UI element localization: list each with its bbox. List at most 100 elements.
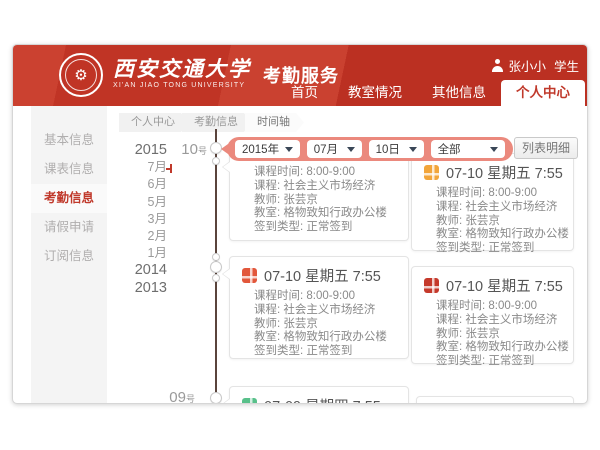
timeline-month-jan[interactable]: 1月 <box>105 245 167 262</box>
card-date: 07-09 星期四 7:55 <box>264 395 381 404</box>
timeline-node <box>210 261 222 273</box>
sidebar-item-basic-info[interactable]: 基本信息 <box>31 126 107 155</box>
timeline-month-jun[interactable]: 6月 <box>105 176 167 193</box>
timeline-month-may[interactable]: 5月 <box>105 194 167 211</box>
field-label: 签到类型: <box>254 345 303 357</box>
card-date: 07-10 星期五 7:55 <box>446 275 563 296</box>
field-value: 正常签到 <box>488 355 534 367</box>
field-label: 签到类型: <box>436 242 485 254</box>
year-dropdown-value: 2015年 <box>242 141 279 157</box>
person-icon <box>492 59 503 72</box>
attendance-card[interactable]: 课程时间: 8:00-9:00 课程: 社会主义市场经济 教师: 张芸京 教室:… <box>229 149 409 241</box>
field-value: 社会主义市场经济 <box>465 314 557 326</box>
field-value: 张芸京 <box>465 328 500 340</box>
timeline-year-2014[interactable]: 2014 <box>105 262 167 279</box>
month-dropdown[interactable]: 07月 <box>307 140 362 158</box>
field-label: 教室: <box>254 207 280 219</box>
sidebar-item-subscription-info[interactable]: 订阅信息 <box>31 242 107 271</box>
field-label: 教师: <box>436 215 462 227</box>
attendance-card-partial[interactable] <box>416 396 574 404</box>
field-value: 8:00-9:00 <box>306 290 355 302</box>
month-dropdown-value: 07月 <box>314 141 338 157</box>
signin-type-icon <box>424 278 439 293</box>
chevron-down-icon <box>347 147 355 152</box>
nav-item-home[interactable]: 首页 <box>276 80 333 106</box>
day-suffix: 号 <box>186 394 195 404</box>
university-name-en: XI'AN JIAO TONG UNIVERSITY <box>113 82 251 89</box>
sidebar-item-attendance-info[interactable]: 考勤信息 <box>31 184 107 213</box>
field-value: 正常签到 <box>306 345 352 357</box>
field-label: 教室: <box>436 341 462 353</box>
signin-type-icon <box>242 268 257 283</box>
attendance-card[interactable]: 07-09 星期四 7:55 <box>229 386 409 404</box>
top-nav: 首页 教室情况 其他信息 个人中心 <box>276 80 585 106</box>
field-label: 课程: <box>254 180 280 192</box>
type-dropdown-value: 全部 <box>438 141 461 157</box>
breadcrumb-personal-center[interactable]: 个人中心 <box>119 113 189 132</box>
field-label: 课程: <box>254 304 280 316</box>
sidebar-item-leave-request[interactable]: 请假申请 <box>31 213 107 242</box>
university-name-cn: 西安交通大学 <box>113 58 251 80</box>
signin-type-icon <box>242 398 257 404</box>
nav-item-other-info[interactable]: 其他信息 <box>417 80 501 106</box>
field-label: 课程: <box>436 314 462 326</box>
timeline-node <box>210 392 222 404</box>
breadcrumb: 个人中心 考勤信息 时间轴 <box>119 113 297 132</box>
field-label: 签到类型: <box>254 221 303 233</box>
breadcrumb-timeline[interactable]: 时间轴 <box>245 113 304 132</box>
field-label: 签到类型: <box>436 355 485 367</box>
type-dropdown[interactable]: 全部 <box>431 140 505 158</box>
field-value: 正常签到 <box>306 221 352 233</box>
field-value: 格物致知行政办公楼 <box>465 341 569 353</box>
timeline-node <box>212 157 220 165</box>
year-dropdown[interactable]: 2015年 <box>235 140 300 158</box>
timeline-year-month-column: 2015 7月 6月 5月 3月 2月 1月 2014 2013 <box>105 142 167 297</box>
day-suffix: 号 <box>198 146 207 156</box>
attendance-card[interactable]: 07-10 星期五 7:55 课程时间: 8:00-9:00 课程: 社会主义市… <box>229 256 409 359</box>
field-label: 教师: <box>254 318 280 330</box>
university-emblem-icon: ⚙ <box>65 59 97 91</box>
field-label: 教师: <box>436 328 462 340</box>
current-month-marker <box>170 164 172 173</box>
signin-type-icon <box>424 165 439 180</box>
attendance-card[interactable]: 07-10 星期五 7:55 课程时间: 8:00-9:00 课程: 社会主义市… <box>411 153 574 251</box>
field-value: 格物致知行政办公楼 <box>283 207 387 219</box>
field-value: 8:00-9:00 <box>306 166 355 178</box>
field-label: 教室: <box>436 228 462 240</box>
field-value: 张芸京 <box>465 215 500 227</box>
user-role: 学生 <box>554 56 579 75</box>
card-date: 07-10 星期五 7:55 <box>446 162 563 183</box>
timeline-month-feb[interactable]: 2月 <box>105 228 167 245</box>
field-label: 教室: <box>254 331 280 343</box>
field-label: 课程时间: <box>254 290 303 302</box>
field-value: 社会主义市场经济 <box>283 304 375 316</box>
timeline-month-mar[interactable]: 3月 <box>105 211 167 228</box>
breadcrumb-attendance-info[interactable]: 考勤信息 <box>182 113 252 132</box>
timeline-month-jul[interactable]: 7月 <box>105 159 167 176</box>
field-label: 课程时间: <box>436 187 485 199</box>
day-number: 10 <box>181 141 198 158</box>
field-label: 教师: <box>254 194 280 206</box>
field-label: 课程: <box>436 201 462 213</box>
day-marker-09[interactable]: 09号 <box>149 389 195 404</box>
day-dropdown[interactable]: 10日 <box>369 140 424 158</box>
list-detail-button[interactable]: 列表明细 <box>514 137 578 159</box>
day-dropdown-value: 10日 <box>376 141 400 157</box>
field-label: 课程时间: <box>254 166 303 178</box>
nav-item-personal-center[interactable]: 个人中心 <box>501 80 585 106</box>
field-value: 张芸京 <box>283 318 318 330</box>
day-number: 09 <box>169 389 186 404</box>
timeline-node <box>212 274 220 282</box>
sidebar-item-schedule-info[interactable]: 课表信息 <box>31 155 107 184</box>
app-header: ⚙ 西安交通大学 XI'AN JIAO TONG UNIVERSITY 考勤服务… <box>13 45 588 106</box>
day-marker-10[interactable]: 10号 <box>161 141 207 159</box>
user-info[interactable]: 张小小 学生 <box>492 56 579 75</box>
field-value: 格物致知行政办公楼 <box>465 228 569 240</box>
attendance-card[interactable]: 07-10 星期五 7:55 课程时间: 8:00-9:00 课程: 社会主义市… <box>411 266 574 364</box>
timeline-year-2015[interactable]: 2015 <box>105 142 167 159</box>
sidebar: 基本信息 课表信息 考勤信息 请假申请 订阅信息 <box>31 106 107 404</box>
chevron-down-icon <box>490 147 498 152</box>
field-value: 8:00-9:00 <box>488 187 537 199</box>
nav-item-classrooms[interactable]: 教室情况 <box>333 80 417 106</box>
timeline-year-2013[interactable]: 2013 <box>105 280 167 297</box>
